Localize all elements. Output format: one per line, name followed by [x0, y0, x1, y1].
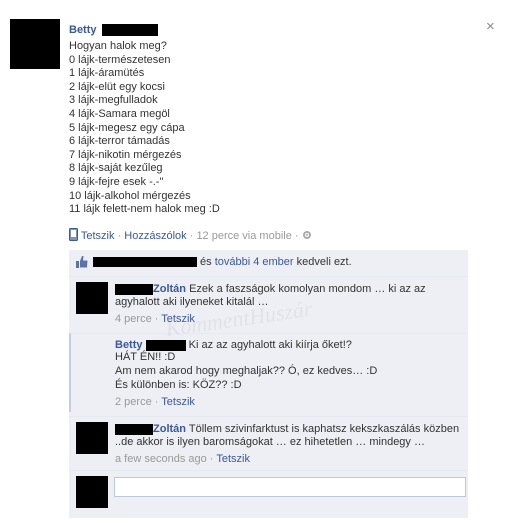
post-line: 2 lájk-elüt egy kocsi — [69, 80, 165, 93]
redacted-name — [115, 423, 153, 435]
close-icon[interactable]: × — [486, 18, 495, 35]
comment-avatar[interactable] — [76, 282, 108, 314]
comment-author[interactable]: Zoltán — [153, 423, 186, 435]
comment-line: Töllem szivinfarktust is kaphatsz kekszk… — [188, 423, 460, 435]
comment-input[interactable] — [114, 477, 466, 497]
comment-like-link[interactable]: Tetszik — [161, 396, 195, 408]
comment-line: Am nem akarod hogy meghaljak?? Ó, ez ked… — [115, 365, 378, 377]
post-actions: Tetszik · Hozzászólok · 12 perce via mob… — [69, 228, 312, 242]
post-line: 11 lájk felett-nem halok meg :D — [69, 203, 220, 216]
post-line: 7 lájk-nikotin mérgezés — [69, 148, 182, 161]
post-body: Hogyan halok meg? 0 lájk-természetesen 1… — [69, 40, 469, 217]
comment-text: Betty Ki az az agyhalott aki kiírja őket… — [115, 339, 352, 351]
others-link[interactable]: további 4 ember — [215, 256, 294, 268]
post-line: 10 lájk-alkohol mérgezés — [69, 189, 191, 202]
comment-line: ..de akkor is ilyen baromságokat … ez hi… — [115, 436, 425, 448]
post-line: 4 lájk-Samara megöl — [69, 107, 170, 120]
comment-link[interactable]: Hozzászólok — [124, 230, 186, 242]
comment: Zoltán Töllem szivinfarktust is kaphatsz… — [69, 416, 468, 469]
post-line: 0 lájk-természetesen — [69, 53, 171, 66]
separator: · — [209, 453, 214, 465]
comment-text: Zoltán Ezek a faszságok komolyan mondom … — [115, 283, 426, 295]
comment-meta: a few seconds ago · Tetszik — [115, 453, 250, 465]
post-line: 5 lájk-megesz egy cápa — [69, 121, 185, 134]
separator: · — [154, 396, 159, 408]
post-line: Hogyan halok meg? — [69, 40, 167, 52]
comment-timestamp[interactable]: a few seconds ago — [115, 453, 207, 465]
likes-suffix: kedveli ezt. — [296, 256, 352, 268]
comment: Betty Ki az az agyhalott aki kiírja őket… — [69, 333, 468, 412]
comment-avatar[interactable] — [76, 422, 108, 454]
thumbs-up-icon — [76, 256, 88, 268]
comment-meta: 2 perce · Tetszik — [115, 396, 195, 408]
comment-timestamp[interactable]: 4 perce — [115, 313, 152, 325]
gear-icon[interactable] — [302, 230, 312, 240]
comment-inline: Ki az az agyhalott aki kiírja őket!? — [188, 339, 352, 351]
post-line: 9 lájk-fejre esek -.-" — [69, 175, 164, 188]
comment-line: Ezek a faszságok komolyan mondom … ki az… — [189, 283, 426, 295]
comment-line: És különben is: KÖZ?? :D — [115, 379, 242, 391]
comment-author[interactable]: Betty — [115, 339, 143, 351]
post-timestamp[interactable]: 12 perce via mobile — [196, 230, 291, 242]
redacted-name — [145, 339, 186, 351]
likes-row: és további 4 ember kedveli ezt. — [69, 250, 468, 274]
redacted-name — [115, 283, 153, 295]
separator: · — [154, 313, 159, 325]
likes-text: és további 4 ember kedveli ezt. — [200, 250, 352, 274]
separator: · — [117, 230, 122, 242]
like-link[interactable]: Tetszik — [81, 230, 115, 242]
separator: · — [294, 230, 299, 242]
comment-text: Zoltán Töllem szivinfarktust is kaphatsz… — [115, 423, 459, 435]
post-header: Betty — [69, 24, 158, 38]
redacted-names — [93, 257, 197, 267]
comment-line: HÁT ÉN!! :D — [115, 351, 176, 363]
comment-timestamp[interactable]: 2 perce — [115, 396, 152, 408]
likes-and: és — [200, 256, 212, 268]
comment-like-link[interactable]: Tetszik — [216, 453, 250, 465]
comment-author[interactable]: Zoltán — [153, 283, 186, 295]
separator: · — [189, 230, 194, 242]
post-line: 8 lájk-saját kezűleg — [69, 162, 163, 175]
mobile-phone-icon — [69, 228, 78, 241]
redacted-name — [101, 24, 158, 37]
post-avatar[interactable] — [10, 19, 60, 69]
comment-composer — [69, 470, 468, 517]
post-line: 1 lájk-áramütés — [69, 67, 145, 80]
post-author[interactable]: Betty — [69, 24, 97, 36]
post-line: 3 lájk-megfulladok — [69, 94, 158, 107]
composer-avatar — [76, 476, 108, 508]
post-line: 6 lájk-terror támadás — [69, 135, 170, 148]
